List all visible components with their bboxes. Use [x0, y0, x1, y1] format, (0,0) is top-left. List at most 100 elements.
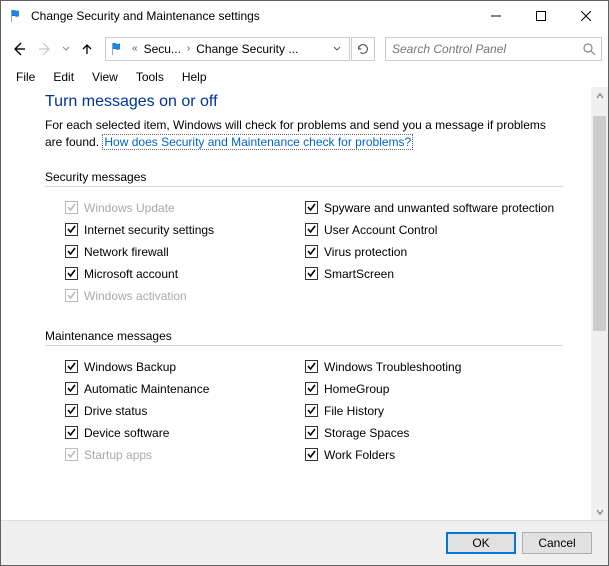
checkbox[interactable] — [65, 245, 78, 258]
checkbox[interactable] — [305, 404, 318, 417]
section-divider — [45, 186, 563, 187]
checkbox-label: File History — [324, 404, 384, 418]
checkbox-row[interactable]: Network firewall — [65, 241, 305, 263]
checkbox[interactable] — [305, 245, 318, 258]
page-description: For each selected item, Windows will che… — [45, 117, 563, 152]
refresh-button[interactable] — [351, 37, 375, 61]
checkbox-label: Windows Update — [84, 201, 175, 215]
menu-view[interactable]: View — [83, 68, 127, 86]
checkbox — [65, 201, 78, 214]
search-input[interactable] — [386, 42, 577, 56]
checkbox[interactable] — [65, 360, 78, 373]
checkbox[interactable] — [305, 448, 318, 461]
checkbox-label: User Account Control — [324, 223, 437, 237]
page-title: Turn messages on or off — [45, 93, 563, 111]
checkbox-row[interactable]: Spyware and unwanted software protection — [305, 197, 563, 219]
scroll-track[interactable] — [591, 104, 608, 503]
checkbox-label: Work Folders — [324, 448, 395, 462]
checkbox-row[interactable]: File History — [305, 400, 563, 422]
menu-edit[interactable]: Edit — [44, 68, 83, 86]
checkbox — [65, 448, 78, 461]
address-bar[interactable]: « Secu... › Change Security ... — [105, 37, 350, 61]
history-dropdown[interactable] — [59, 37, 73, 61]
checkbox-label: Device software — [84, 426, 169, 440]
help-link[interactable]: How does Security and Maintenance check … — [102, 134, 413, 150]
checkbox-label: Windows Troubleshooting — [324, 360, 461, 374]
checkbox-row[interactable]: Windows Backup — [65, 356, 305, 378]
flag-icon — [110, 41, 126, 57]
section-title: Security messages — [45, 170, 563, 184]
breadcrumb-guillemet[interactable]: « — [130, 43, 140, 54]
checkbox[interactable] — [305, 360, 318, 373]
checkbox-row[interactable]: SmartScreen — [305, 263, 563, 285]
menubar: File Edit View Tools Help — [1, 66, 608, 87]
scroll-up-arrow[interactable] — [591, 87, 608, 104]
scroll-thumb[interactable] — [593, 116, 606, 331]
checkbox-label: Startup apps — [84, 448, 152, 462]
checkbox[interactable] — [305, 201, 318, 214]
vertical-scrollbar[interactable] — [591, 87, 608, 520]
checkbox[interactable] — [65, 404, 78, 417]
checkbox-row[interactable]: Automatic Maintenance — [65, 378, 305, 400]
maintenance-section: Maintenance messages Windows Backup Autom… — [45, 329, 563, 466]
checkbox-row[interactable]: Work Folders — [305, 444, 563, 466]
checkbox-row[interactable]: Internet security settings — [65, 219, 305, 241]
security-section: Security messages Windows Update Internet… — [45, 170, 563, 307]
scroll-down-arrow[interactable] — [591, 503, 608, 520]
checkbox-label: Windows Backup — [84, 360, 176, 374]
navbar: « Secu... › Change Security ... — [1, 31, 608, 66]
checkbox-row: Windows activation — [65, 285, 305, 307]
checkbox[interactable] — [305, 382, 318, 395]
section-title: Maintenance messages — [45, 329, 563, 343]
checkbox-row[interactable]: Storage Spaces — [305, 422, 563, 444]
search-icon[interactable] — [577, 42, 601, 56]
checkbox-label: Internet security settings — [84, 223, 214, 237]
checkbox[interactable] — [65, 382, 78, 395]
checkbox-label: Virus protection — [324, 245, 407, 259]
search-box[interactable] — [385, 37, 602, 61]
checkbox[interactable] — [305, 223, 318, 236]
checkbox-row[interactable]: User Account Control — [305, 219, 563, 241]
checkbox[interactable] — [65, 267, 78, 280]
checkbox[interactable] — [65, 223, 78, 236]
checkbox-label: SmartScreen — [324, 267, 394, 281]
chevron-right-icon: › — [185, 43, 192, 54]
maximize-button[interactable] — [518, 1, 563, 31]
back-button[interactable] — [7, 37, 31, 61]
window-title: Change Security and Maintenance settings — [31, 9, 473, 23]
checkbox — [65, 289, 78, 302]
checkbox-row[interactable]: Device software — [65, 422, 305, 444]
menu-help[interactable]: Help — [173, 68, 216, 86]
checkbox-row[interactable]: Drive status — [65, 400, 305, 422]
breadcrumb-item[interactable]: Secu... — [144, 42, 181, 56]
titlebar: Change Security and Maintenance settings — [1, 1, 608, 31]
breadcrumb-item[interactable]: Change Security ... — [196, 42, 298, 56]
checkbox-row[interactable]: Virus protection — [305, 241, 563, 263]
minimize-button[interactable] — [473, 1, 518, 31]
cancel-button[interactable]: Cancel — [522, 532, 592, 554]
checkbox-label: Microsoft account — [84, 267, 178, 281]
window-buttons — [473, 1, 608, 31]
ok-button[interactable]: OK — [446, 532, 516, 554]
up-button[interactable] — [75, 37, 99, 61]
checkbox-row[interactable]: Windows Troubleshooting — [305, 356, 563, 378]
checkbox-label: Automatic Maintenance — [84, 382, 209, 396]
section-divider — [45, 345, 563, 346]
checkbox[interactable] — [65, 426, 78, 439]
checkbox-row[interactable]: Microsoft account — [65, 263, 305, 285]
checkbox-row[interactable]: HomeGroup — [305, 378, 563, 400]
checkbox-row: Windows Update — [65, 197, 305, 219]
menu-tools[interactable]: Tools — [127, 68, 173, 86]
checkbox-row: Startup apps — [65, 444, 305, 466]
checkbox-label: HomeGroup — [324, 382, 389, 396]
close-button[interactable] — [563, 1, 608, 31]
address-dropdown[interactable] — [329, 42, 345, 56]
flag-icon — [9, 8, 25, 24]
content-area: Turn messages on or off For each selecte… — [1, 87, 591, 520]
checkbox-label: Network firewall — [84, 245, 169, 259]
forward-button[interactable] — [33, 37, 57, 61]
checkbox[interactable] — [305, 267, 318, 280]
menu-file[interactable]: File — [7, 68, 44, 86]
checkbox[interactable] — [305, 426, 318, 439]
dialog-footer: OK Cancel — [1, 520, 608, 565]
